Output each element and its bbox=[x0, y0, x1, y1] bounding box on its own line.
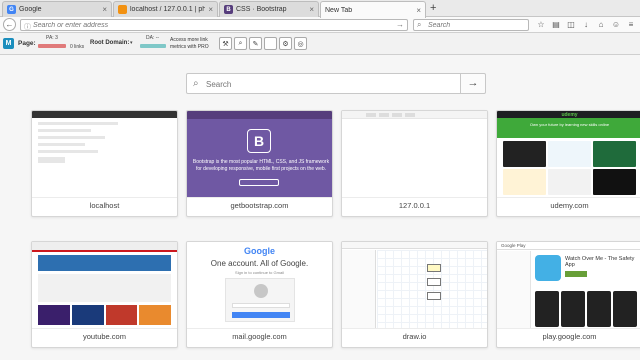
pocket-icon[interactable]: ◫ bbox=[566, 19, 576, 30]
site-thumbnail bbox=[32, 111, 177, 198]
google-favicon-icon: G bbox=[7, 5, 16, 14]
tile-label: getbootstrap.com bbox=[230, 201, 289, 210]
settings-icon[interactable]: ⚙ bbox=[279, 37, 292, 50]
search-icon: ⌕ bbox=[193, 78, 199, 89]
home-icon[interactable]: ⌂ bbox=[596, 19, 606, 30]
tab-title: New Tab bbox=[325, 6, 353, 14]
tile-label: play.google.com bbox=[542, 332, 597, 341]
chat-icon[interactable]: ☺ bbox=[611, 19, 621, 30]
gplay-app-title: Watch Over Me - The Safety App bbox=[565, 256, 635, 268]
tab-title: localhost / 127.0.0.1 | php... bbox=[130, 6, 205, 13]
site-thumbnail: udemy Own your future by learning new sk… bbox=[497, 111, 640, 198]
top-site-tile[interactable]: B Bootstrap is the most popular HTML, CS… bbox=[186, 110, 333, 217]
toolbar-icons: ☆ ▤ ◫ ↓ ⌂ ☺ ≡ bbox=[536, 19, 636, 30]
bootstrap-favicon-icon: B bbox=[224, 5, 233, 14]
pencil-icon[interactable]: ✎ bbox=[249, 37, 262, 50]
site-thumbnail: Google Play Watch Over Me - The Safety A… bbox=[497, 242, 640, 329]
bootstrap-tagline: Bootstrap is the most popular HTML, CSS,… bbox=[192, 159, 330, 172]
url-input[interactable] bbox=[33, 21, 383, 30]
gplay-brand: Google Play bbox=[497, 242, 640, 250]
top-site-tile[interactable]: 127.0.0.1 bbox=[341, 110, 488, 217]
navigation-bar: ← ⓘ → ⌕ ☆ ▤ ◫ ↓ ⌂ ☺ ≡ bbox=[0, 17, 640, 33]
google-logo: Google bbox=[244, 246, 275, 256]
tile-label: draw.io bbox=[402, 332, 427, 341]
tab-google[interactable]: G Google × bbox=[2, 1, 112, 17]
bookmark-star-icon[interactable]: ☆ bbox=[536, 19, 546, 30]
pa-meter bbox=[38, 44, 66, 48]
top-site-tile[interactable]: Google One account. All of Google. Sign … bbox=[186, 241, 333, 348]
reading-list-icon[interactable]: ▤ bbox=[551, 19, 561, 30]
da-meter bbox=[140, 44, 166, 48]
menu-icon[interactable]: ≡ bbox=[626, 19, 636, 30]
tab-title: Google bbox=[19, 6, 42, 13]
search-bar[interactable]: ⌕ bbox=[413, 19, 529, 31]
top-site-tile[interactable]: youtube.com bbox=[31, 241, 178, 348]
udemy-brand: udemy bbox=[497, 111, 640, 118]
access-pro-link[interactable]: Access more link metrics with PRO bbox=[170, 37, 216, 50]
close-tab-icon[interactable]: × bbox=[208, 5, 213, 14]
site-thumbnail bbox=[342, 242, 487, 329]
bootstrap-logo: B bbox=[247, 129, 271, 153]
tile-label: udemy.com bbox=[550, 201, 589, 210]
tab-new-tab[interactable]: New Tab × bbox=[320, 1, 426, 18]
newtab-search: ⌕ → bbox=[186, 73, 486, 94]
da-label: DA: -- bbox=[146, 35, 160, 41]
tile-label: 127.0.0.1 bbox=[398, 201, 431, 210]
wrench-icon[interactable]: ⚒ bbox=[219, 37, 232, 50]
top-site-tile[interactable]: draw.io bbox=[341, 241, 488, 348]
tab-strip: G Google × localhost / 127.0.0.1 | php..… bbox=[0, 0, 640, 18]
newtab-search-input[interactable] bbox=[206, 79, 446, 90]
tab-title: CSS · Bootstrap bbox=[236, 6, 287, 13]
info-icon: ⓘ bbox=[24, 24, 31, 31]
close-tab-icon[interactable]: × bbox=[102, 5, 107, 14]
close-tab-icon[interactable]: × bbox=[309, 5, 314, 14]
moz-tools: ⚒ ⌕ ✎ ⚙ ◎ bbox=[219, 37, 307, 50]
highlight-icon[interactable] bbox=[264, 37, 277, 50]
root-domain-select[interactable]: Root Domain: bbox=[90, 40, 129, 46]
tab-localhost[interactable]: localhost / 127.0.0.1 | php... × bbox=[113, 1, 218, 17]
info-icon[interactable]: ◎ bbox=[294, 37, 307, 50]
close-tab-icon[interactable]: × bbox=[416, 6, 421, 15]
top-site-tile[interactable]: Google Play Watch Over Me - The Safety A… bbox=[496, 241, 640, 348]
back-button[interactable]: ← bbox=[3, 18, 16, 31]
url-bar[interactable]: ⓘ → bbox=[20, 19, 408, 31]
udemy-banner: Own your future by learning new skills o… bbox=[497, 118, 640, 138]
go-arrow-icon[interactable]: → bbox=[396, 20, 404, 29]
tab-bootstrap[interactable]: B CSS · Bootstrap × bbox=[219, 1, 319, 17]
search-input[interactable] bbox=[428, 21, 526, 30]
new-tab-button[interactable]: + bbox=[430, 2, 436, 14]
tile-label: mail.google.com bbox=[232, 332, 287, 341]
newtab-search-box[interactable]: ⌕ bbox=[186, 73, 461, 94]
tile-label: localhost bbox=[89, 201, 120, 210]
site-thumbnail: B Bootstrap is the most popular HTML, CS… bbox=[187, 111, 332, 198]
chevron-down-icon[interactable]: ▾ bbox=[130, 40, 133, 46]
pa-label: PA: 3 bbox=[46, 35, 58, 41]
top-site-tile[interactable]: localhost bbox=[31, 110, 178, 217]
search-icon[interactable]: ⌕ bbox=[234, 37, 247, 50]
moz-logo-icon[interactable]: M bbox=[3, 38, 14, 49]
search-icon: ⌕ bbox=[417, 20, 422, 29]
site-thumbnail bbox=[342, 111, 487, 198]
site-thumbnail bbox=[32, 242, 177, 329]
page-label: Page: bbox=[18, 40, 36, 47]
search-go-button[interactable]: → bbox=[461, 73, 486, 94]
phpmyadmin-favicon-icon bbox=[118, 5, 127, 14]
links-count: 0 links bbox=[70, 44, 85, 50]
site-thumbnail: Google One account. All of Google. Sign … bbox=[187, 242, 332, 329]
google-signin-sub: Sign in to continue to Gmail bbox=[235, 270, 284, 275]
moz-toolbar: M Page: PA: 3 0 links Root Domain: ▾ DA:… bbox=[0, 33, 640, 55]
back-arrow-icon: ← bbox=[5, 20, 14, 29]
tile-label: youtube.com bbox=[83, 332, 126, 341]
download-icon[interactable]: ↓ bbox=[581, 19, 591, 30]
google-signin-title: One account. All of Google. bbox=[210, 259, 309, 268]
top-site-tile[interactable]: udemy Own your future by learning new sk… bbox=[496, 110, 640, 217]
